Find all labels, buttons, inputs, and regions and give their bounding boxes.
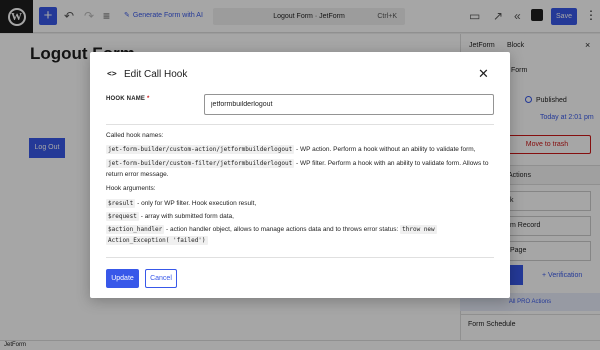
arg-handler-line: $action_handler - action handler object,…	[106, 225, 437, 234]
hook-filter-line: jet-form-builder/custom-filter/jetformbu…	[106, 159, 489, 168]
arg-result-line: $result - only for WP filter. Hook execu…	[106, 199, 257, 208]
cancel-button[interactable]: Cancel	[145, 269, 177, 288]
hook-name-input[interactable]	[204, 94, 494, 115]
called-hook-names-label: Called hook names:	[106, 132, 164, 139]
divider	[106, 257, 494, 258]
hook-action-code: jet-form-builder/custom-action/jetformbu…	[106, 145, 295, 154]
hook-filter-line-2: return error message.	[106, 171, 169, 178]
hook-name-label: HOOK NAME *	[106, 96, 150, 102]
code-icon: <>	[107, 69, 117, 78]
modal-header: <> Edit Call Hook ✕	[90, 52, 510, 88]
close-icon[interactable]: ✕	[478, 66, 489, 82]
divider	[106, 124, 494, 125]
hook-filter-code: jet-form-builder/custom-filter/jetformbu…	[106, 159, 295, 168]
hook-arguments-label: Hook arguments:	[106, 185, 156, 192]
arg-exception-line: Action_Exception( 'failed')	[106, 236, 208, 245]
edit-call-hook-modal: <> Edit Call Hook ✕ HOOK NAME * Called h…	[90, 52, 510, 298]
update-button[interactable]: Update	[106, 269, 139, 288]
hook-action-line: jet-form-builder/custom-action/jetformbu…	[106, 145, 476, 154]
modal-title: Edit Call Hook	[124, 69, 188, 80]
arg-request-line: $request - array with submitted form dat…	[106, 212, 234, 221]
